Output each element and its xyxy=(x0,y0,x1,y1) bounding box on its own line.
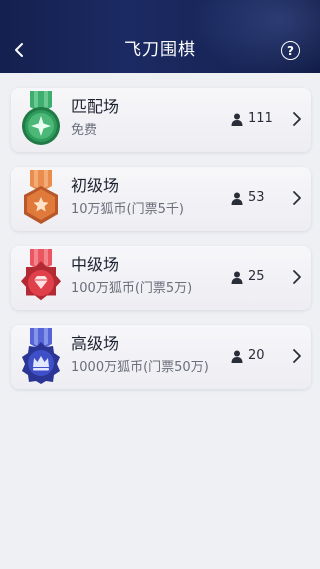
help-button[interactable]: ? xyxy=(281,41,300,60)
room-card-intermediate[interactable]: 中级场 100万狐币(门票5万) 25 xyxy=(11,246,311,310)
room-name: 初级场 xyxy=(71,176,120,195)
person-icon xyxy=(231,192,243,205)
player-count-value: 53 xyxy=(248,190,265,205)
room-fee: 免费 xyxy=(71,123,98,138)
green-medal-icon xyxy=(22,91,60,145)
player-count: 25 xyxy=(231,267,265,287)
room-fee: 100万狐币(门票5万) xyxy=(71,281,193,296)
chevron-right-icon xyxy=(293,112,301,126)
room-fee: 1000万狐币(门票50万) xyxy=(71,360,209,375)
person-icon xyxy=(231,350,243,363)
player-count: 20 xyxy=(231,346,265,366)
room-fee: 10万狐币(门票5千) xyxy=(71,202,184,217)
orange-medal-icon xyxy=(24,170,58,224)
blue-medal-icon xyxy=(22,328,60,384)
player-count-value: 25 xyxy=(248,269,265,284)
back-button[interactable] xyxy=(8,38,30,62)
chevron-right-icon xyxy=(293,349,301,363)
person-icon xyxy=(231,113,243,126)
player-count: 53 xyxy=(231,188,265,208)
red-medal-icon xyxy=(21,249,61,301)
player-count: 111 xyxy=(231,109,273,129)
person-icon xyxy=(231,271,243,284)
room-name: 高级场 xyxy=(71,334,120,353)
room-card-match[interactable]: 匹配场 免费 111 xyxy=(11,88,311,152)
player-count-value: 111 xyxy=(248,111,273,126)
room-card-advanced[interactable]: 高级场 1000万狐币(门票50万) 20 xyxy=(11,325,311,389)
chevron-left-icon xyxy=(15,43,23,57)
room-name: 匹配场 xyxy=(71,97,120,116)
player-count-value: 20 xyxy=(248,348,265,363)
room-card-beginner[interactable]: 初级场 10万狐币(门票5千) 53 xyxy=(11,167,311,231)
room-name: 中级场 xyxy=(71,255,120,274)
chevron-right-icon xyxy=(293,191,301,205)
chevron-right-icon xyxy=(293,270,301,284)
top-bar: 飞刀围棋 ? xyxy=(0,0,320,73)
page-title: 飞刀围棋 xyxy=(124,40,196,60)
question-circle-icon: ? xyxy=(287,43,294,58)
